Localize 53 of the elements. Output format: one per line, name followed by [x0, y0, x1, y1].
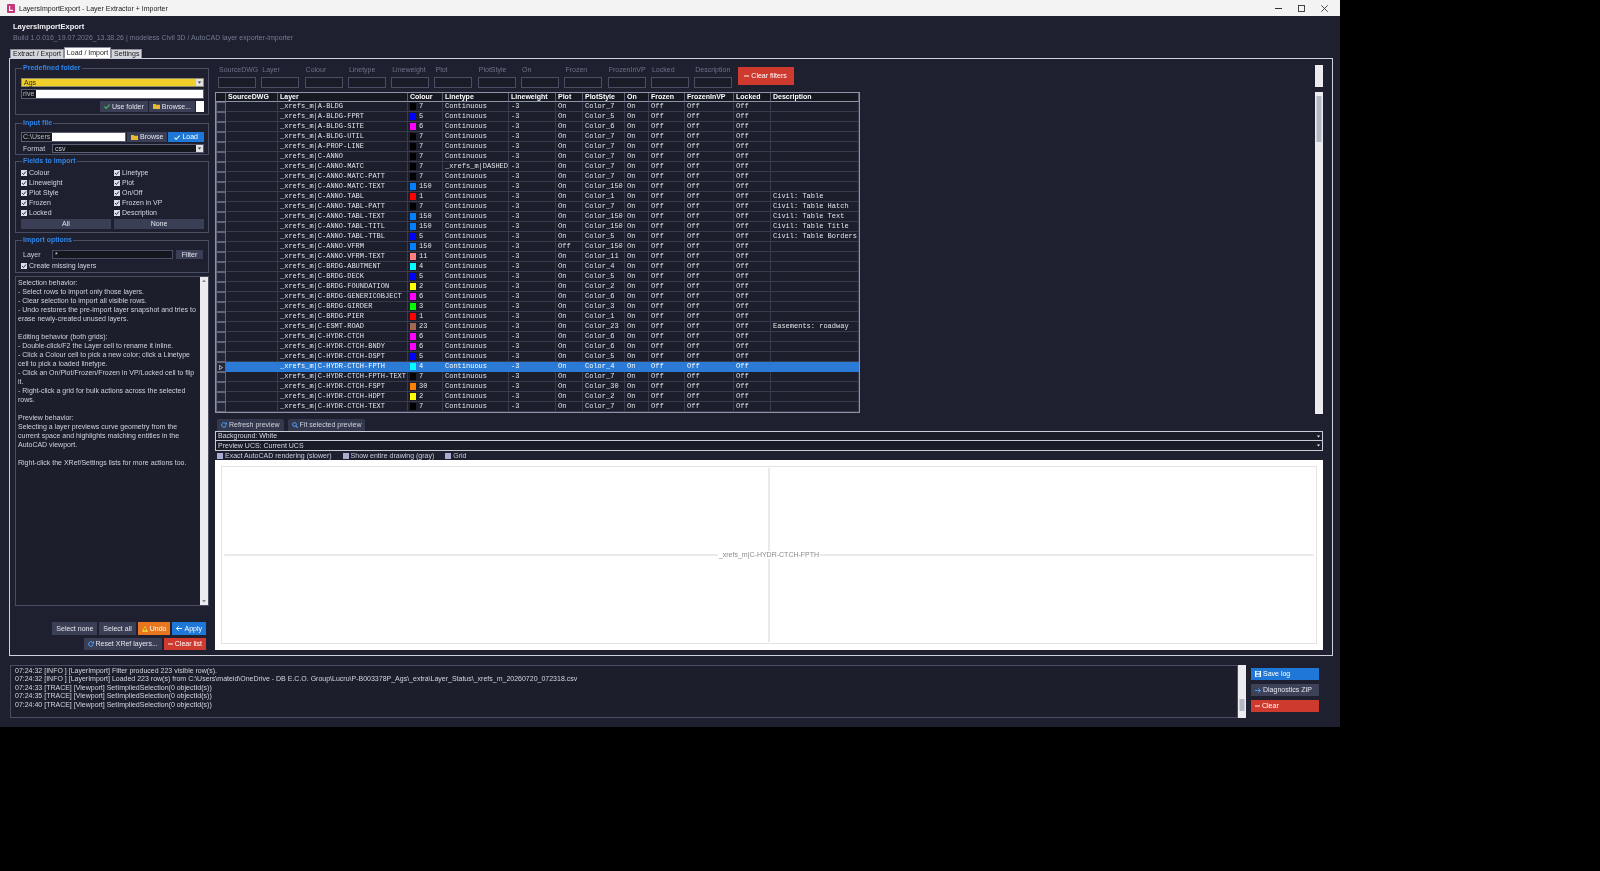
minus-icon — [1255, 705, 1260, 707]
folder-icon — [131, 134, 138, 140]
close-icon[interactable] — [1321, 4, 1328, 12]
warning-icon — [141, 625, 148, 632]
scrollbar[interactable] — [1238, 665, 1246, 718]
arrow-right-icon — [1255, 687, 1261, 693]
filter-field[interactable] — [650, 77, 689, 88]
checkbox[interactable] — [114, 210, 120, 216]
refresh-icon — [221, 422, 227, 428]
checkbox[interactable] — [21, 190, 27, 196]
checkbox[interactable] — [342, 453, 349, 459]
filter-field[interactable] — [607, 77, 646, 88]
checkbox[interactable] — [445, 453, 452, 459]
refresh-icon — [87, 641, 94, 647]
checkbox[interactable] — [21, 170, 27, 176]
minus-icon — [167, 643, 173, 645]
current-row-icon — [219, 364, 223, 370]
filter-field[interactable] — [694, 77, 733, 88]
checkbox[interactable] — [21, 210, 27, 216]
minus-icon — [744, 75, 750, 77]
check-icon — [174, 134, 181, 140]
checkbox[interactable] — [21, 200, 27, 206]
redaction-block — [196, 101, 204, 112]
scrollbar[interactable] — [200, 277, 208, 605]
filter-field[interactable] — [347, 77, 386, 88]
checkbox[interactable] — [114, 180, 120, 186]
filter-field[interactable] — [304, 77, 343, 88]
arrow-left-icon — [176, 626, 183, 631]
dropdown-icon[interactable] — [196, 145, 203, 152]
checkbox[interactable] — [114, 200, 120, 206]
scrollbar[interactable] — [1315, 65, 1323, 87]
check-icon — [103, 104, 110, 109]
checkbox[interactable] — [114, 190, 120, 196]
checkbox[interactable] — [21, 263, 27, 269]
folder-icon — [152, 104, 160, 109]
checkbox[interactable] — [217, 453, 223, 459]
filter-field[interactable] — [564, 77, 603, 88]
save-icon — [1255, 671, 1261, 677]
scrollbar[interactable] — [1315, 92, 1323, 414]
minimize-icon[interactable] — [1275, 7, 1282, 9]
filter-field[interactable] — [521, 77, 560, 88]
checkbox[interactable] — [21, 180, 27, 186]
filter-field[interactable] — [477, 77, 516, 88]
filter-field[interactable] — [434, 77, 473, 88]
magnifier-icon — [291, 422, 298, 428]
filter-field[interactable] — [391, 77, 430, 88]
filter-field[interactable] — [218, 77, 256, 88]
row-header[interactable] — [216, 362, 226, 372]
dropdown-icon[interactable] — [196, 79, 203, 86]
maximize-icon[interactable] — [1298, 4, 1305, 12]
filter-field[interactable] — [261, 77, 300, 88]
app-icon — [7, 3, 15, 13]
checkbox[interactable] — [114, 170, 120, 176]
